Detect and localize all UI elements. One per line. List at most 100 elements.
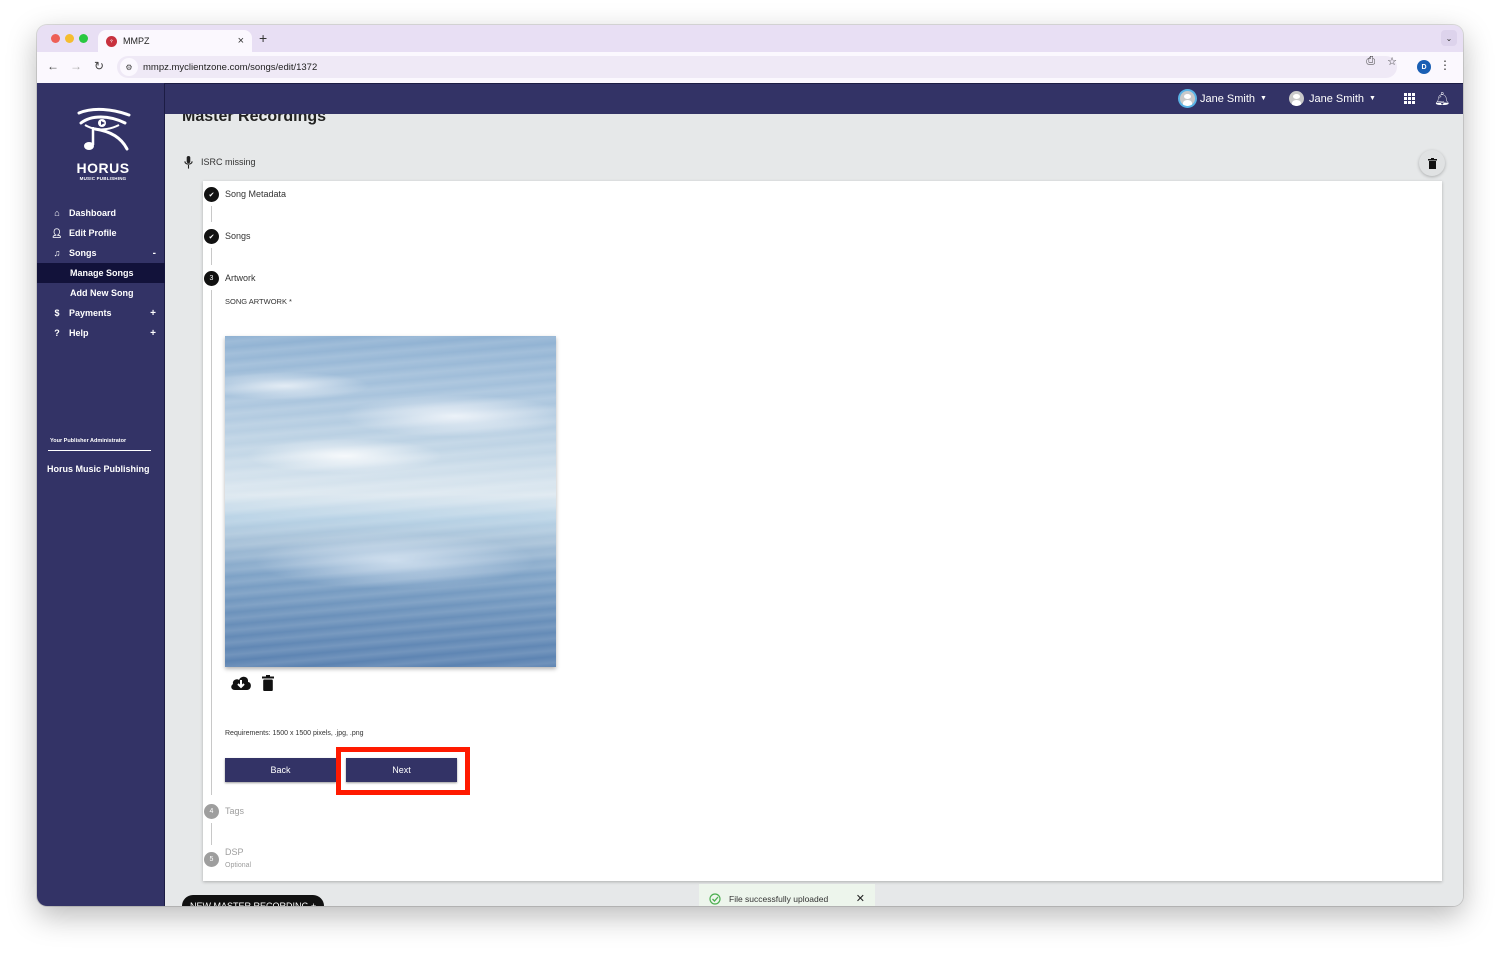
reload-icon[interactable]: ↻ xyxy=(94,59,104,73)
apps-grid-icon[interactable] xyxy=(1404,93,1415,104)
step-label: DSP xyxy=(225,847,244,857)
user-name: Jane Smith xyxy=(1200,92,1256,105)
logo-name: HORUS xyxy=(76,160,130,176)
user-avatar-icon xyxy=(1289,91,1304,106)
user-avatar-icon xyxy=(1180,91,1195,106)
horus-favicon-icon: ♆ xyxy=(106,35,117,47)
browser-tab[interactable]: ♆ MMPZ × xyxy=(98,30,252,52)
stepper-card: ✔ Song Metadata ✔ Songs 3 Artwork SONG A… xyxy=(203,181,1442,881)
step-artwork[interactable]: 3 Artwork xyxy=(203,271,256,286)
back-arrow-icon[interactable]: ← xyxy=(47,59,59,73)
sidebar-item-payments[interactable]: $ Payments + xyxy=(37,303,165,323)
new-tab-button[interactable]: + xyxy=(259,30,267,46)
maximize-window-button[interactable] xyxy=(79,34,88,43)
step-number: 5 xyxy=(204,852,219,867)
trash-icon[interactable] xyxy=(262,675,274,691)
check-icon: ✔ xyxy=(204,229,219,244)
step-label: Song Metadata xyxy=(225,189,287,199)
isrc-status-text: ISRC missing xyxy=(201,157,256,168)
step-label: Songs xyxy=(225,231,251,241)
forward-arrow-icon[interactable]: → xyxy=(70,59,82,73)
tab-title: MMPZ xyxy=(123,36,150,46)
app-header: Jane Smith ▼ Jane Smith ▼ 🔔︎ xyxy=(37,83,1463,114)
sidebar-item-label: Manage Songs xyxy=(70,268,134,278)
upload-success-toast: File successfully uploaded ✕ xyxy=(699,884,875,906)
sidebar-item-songs[interactable]: ♫ Songs - xyxy=(37,243,165,263)
artwork-actions xyxy=(230,675,274,691)
trash-icon xyxy=(1427,157,1437,169)
bookmark-star-icon[interactable]: ☆ xyxy=(1387,55,1397,68)
step-songs[interactable]: ✔ Songs xyxy=(203,229,251,244)
success-check-icon xyxy=(709,892,721,905)
notification-bell-icon[interactable]: 🔔︎ xyxy=(1434,91,1451,107)
cloud-download-icon[interactable] xyxy=(230,675,252,691)
user-menu-secondary[interactable]: Jane Smith ▼ xyxy=(1289,91,1376,106)
music-library-icon: ♫ xyxy=(53,248,61,258)
step-song-metadata[interactable]: ✔ Song Metadata xyxy=(203,187,286,202)
site-info-icon[interactable]: ⚙ xyxy=(120,58,138,76)
step-number: 4 xyxy=(204,804,219,819)
expand-toggle[interactable]: + xyxy=(150,308,156,319)
step-connector xyxy=(211,206,212,222)
collapse-toggle[interactable]: - xyxy=(153,248,156,259)
user-menu-primary[interactable]: Jane Smith ▼ xyxy=(1180,91,1267,106)
tab-search-button[interactable]: ⌄ xyxy=(1441,30,1457,46)
main-content: Master Recordings ISRC missing ✔ Song Me… xyxy=(166,114,1463,906)
profile-avatar[interactable]: D xyxy=(1417,60,1431,74)
divider xyxy=(48,450,151,451)
caret-down-icon: ▼ xyxy=(1369,95,1376,102)
step-dsp[interactable]: 5 DSP Optional xyxy=(203,845,251,869)
expand-toggle[interactable]: + xyxy=(150,328,156,339)
step-tags[interactable]: 4 Tags xyxy=(203,804,244,819)
address-bar[interactable]: ⚙ mmpz.myclientzone.com/songs/edit/1372 xyxy=(117,56,1397,78)
sidebar-item-label: Dashboard xyxy=(69,208,117,218)
caret-down-icon: ▼ xyxy=(1260,95,1267,102)
check-icon: ✔ xyxy=(204,187,219,202)
sidebar-item-label: Payments xyxy=(69,308,112,318)
user-name: Jane Smith xyxy=(1309,92,1365,105)
close-tab-icon[interactable]: × xyxy=(238,35,244,47)
publisher-label: Your Publisher Administrator xyxy=(50,438,127,444)
close-toast-icon[interactable]: ✕ xyxy=(856,892,865,905)
isrc-status: ISRC missing xyxy=(184,156,256,169)
artwork-requirements: Requirements: 1500 x 1500 pixels, .jpg, … xyxy=(225,730,364,737)
sidebar-item-label: Add New Song xyxy=(70,288,134,298)
minimize-window-button[interactable] xyxy=(65,34,74,43)
sidebar-nav: ⌂ Dashboard 👤︎ Edit Profile ♫ Songs - Ma… xyxy=(37,203,165,343)
delete-recording-button[interactable] xyxy=(1419,150,1445,176)
song-artwork-image xyxy=(225,336,556,667)
sidebar-item-help[interactable]: ? Help + xyxy=(37,323,165,343)
new-master-recording-label: NEW MASTER RECORDING + xyxy=(190,901,317,906)
eye-of-horus-icon xyxy=(77,107,131,151)
browser-menu-icon[interactable]: ⋮ xyxy=(1439,58,1451,72)
step-connector xyxy=(211,823,212,845)
close-window-button[interactable] xyxy=(51,34,60,43)
next-button[interactable]: Next xyxy=(346,758,457,782)
sidebar-item-label: Help xyxy=(69,328,89,338)
sidebar-item-label: Edit Profile xyxy=(69,228,117,238)
url-text[interactable]: mmpz.myclientzone.com/songs/edit/1372 xyxy=(143,62,317,73)
new-master-recording-button[interactable]: NEW MASTER RECORDING + xyxy=(182,895,325,906)
toast-message: File successfully uploaded xyxy=(729,893,829,904)
question-icon: ? xyxy=(54,328,60,338)
step-optional-label: Optional xyxy=(225,862,252,869)
step-connector xyxy=(211,248,212,265)
dollar-icon: $ xyxy=(54,308,60,318)
step-label: Tags xyxy=(225,806,245,816)
sidebar-item-edit-profile[interactable]: 👤︎ Edit Profile xyxy=(37,223,165,243)
sidebar-item-label: Songs xyxy=(69,248,97,258)
sidebar: HORUS MUSIC PUBLISHING ⌂ Dashboard 👤︎ Ed… xyxy=(37,83,165,906)
horus-logo[interactable]: HORUS MUSIC PUBLISHING xyxy=(73,107,133,181)
back-button[interactable]: Back xyxy=(225,758,336,782)
logo-subtitle: MUSIC PUBLISHING xyxy=(79,176,127,181)
song-artwork-label: SONG ARTWORK * xyxy=(225,297,292,306)
publisher-name[interactable]: Horus Music Publishing xyxy=(47,464,150,474)
step-number: 3 xyxy=(204,271,219,286)
install-app-icon[interactable]: ⎙ xyxy=(1366,55,1375,68)
sidebar-item-dashboard[interactable]: ⌂ Dashboard xyxy=(37,203,165,223)
home-icon: ⌂ xyxy=(54,208,60,218)
sidebar-item-manage-songs[interactable]: Manage Songs xyxy=(37,263,165,283)
page-title: Master Recordings xyxy=(182,114,327,125)
sidebar-item-add-new-song[interactable]: Add New Song xyxy=(37,283,165,303)
browser-toolbar: ← → ↻ ⚙ mmpz.myclientzone.com/songs/edit… xyxy=(37,52,1463,83)
